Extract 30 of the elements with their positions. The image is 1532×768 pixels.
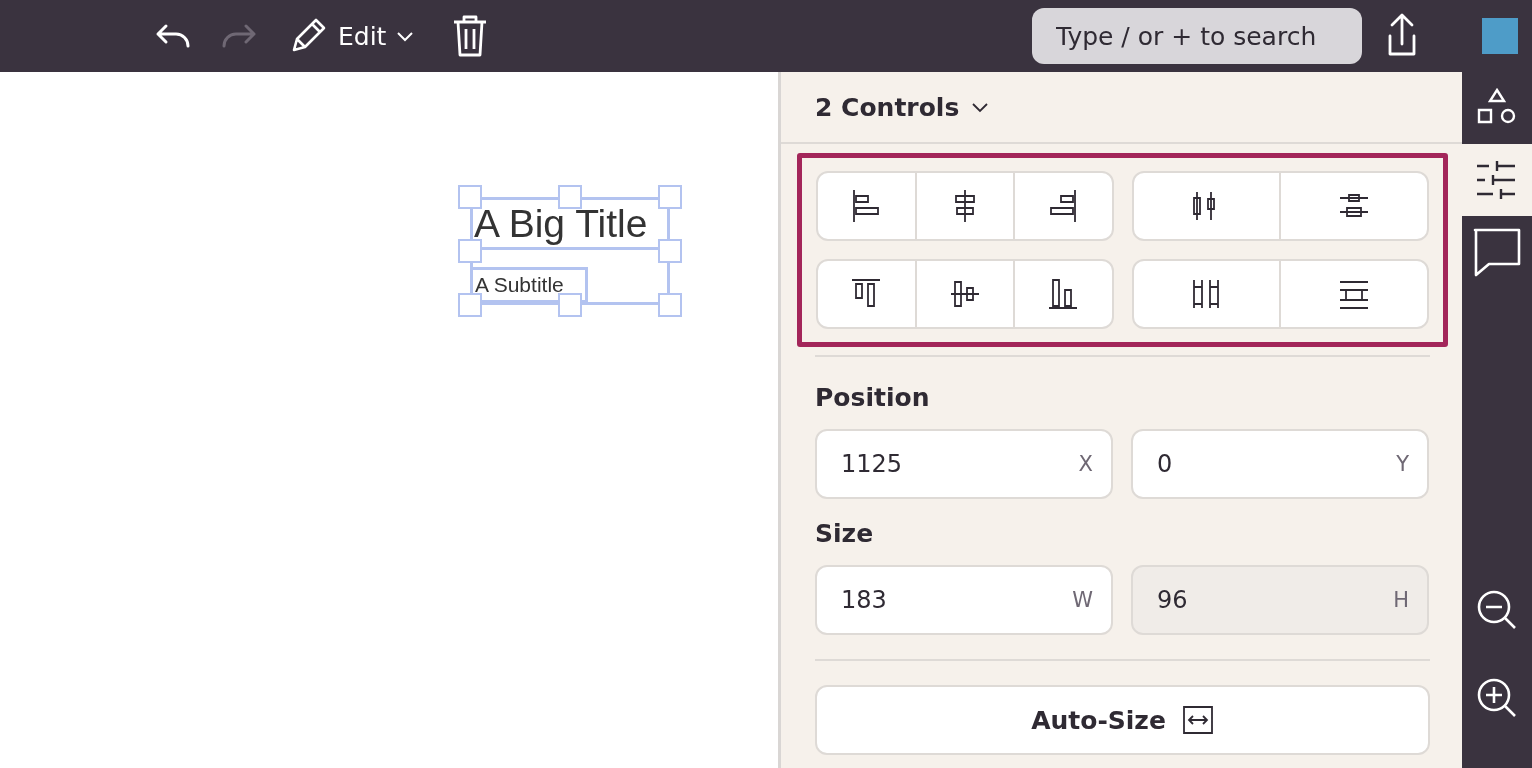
- section-label: Position: [815, 382, 931, 414]
- field-value: 96: [1157, 586, 1189, 614]
- resize-handle[interactable]: [658, 185, 682, 209]
- resize-handle[interactable]: [658, 293, 682, 317]
- unit-label: W: [1072, 588, 1093, 612]
- resize-handle[interactable]: [458, 239, 482, 263]
- search-field[interactable]: Type / or + to search: [1032, 8, 1362, 64]
- number-field[interactable]: 183 W: [815, 565, 1113, 635]
- controls-tab[interactable]: [1462, 144, 1532, 216]
- unit-label: H: [1393, 588, 1409, 612]
- unit-label: Y: [1396, 452, 1409, 476]
- resize-handle[interactable]: [558, 293, 582, 317]
- resize-handle[interactable]: [458, 185, 482, 209]
- unit-label: X: [1078, 452, 1093, 476]
- field-value: 183: [841, 586, 888, 614]
- speech-bubble-icon: [1471, 226, 1523, 278]
- number-field[interactable]: 1125 X: [815, 429, 1113, 499]
- auto-size-button[interactable]: Auto-Size: [815, 685, 1430, 755]
- field-value: 0: [1157, 450, 1174, 478]
- section-label: Size: [815, 518, 875, 550]
- edit-menu-button[interactable]: Edit: [338, 21, 415, 51]
- caret-icon: [396, 30, 415, 42]
- controls-dropdown[interactable]: 2 Controls: [815, 92, 990, 122]
- caret-icon: [971, 101, 990, 113]
- resize-handle[interactable]: [658, 239, 682, 263]
- resize-handle[interactable]: [458, 293, 482, 317]
- resize-handle[interactable]: [558, 185, 582, 209]
- field-value: 1125: [841, 450, 904, 478]
- number-field[interactable]: 0 Y: [1131, 429, 1429, 499]
- resize-arrows-icon: [1181, 705, 1214, 735]
